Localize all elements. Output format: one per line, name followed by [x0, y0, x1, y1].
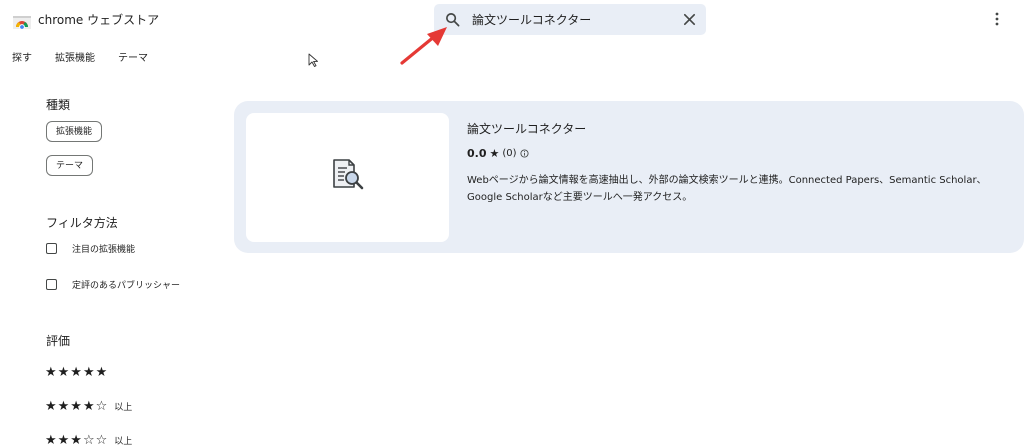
info-icon[interactable] — [519, 149, 529, 158]
rating-filter-4[interactable]: ★★★★☆ 以上 — [45, 400, 132, 413]
chrome-web-store-page: chrome ウェブストア 論文ツールコネクター 探す 拡張機能 テーマ 種類 … — [0, 0, 1024, 446]
type-section-title: 種類 — [46, 98, 71, 112]
search-box[interactable]: 論文ツールコネクター — [434, 4, 706, 35]
more-vert-icon[interactable] — [992, 11, 1002, 27]
filter-featured-checkbox[interactable] — [46, 243, 57, 254]
nav-item-themes[interactable]: テーマ — [118, 49, 148, 64]
chip-themes[interactable]: テーマ — [46, 155, 94, 176]
chrome-web-store-logo[interactable] — [12, 10, 32, 30]
result-rating: 0.0 ★ (0) — [467, 147, 529, 160]
rating-suffix: 以上 — [114, 437, 133, 446]
rating-section-title: 評価 — [46, 334, 71, 348]
filter-featured-label: 注目の拡張機能 — [72, 245, 136, 255]
result-card[interactable]: 論文ツールコネクター 0.0 ★ (0) Webページから論文情報を高速抽出し、… — [234, 101, 1024, 253]
rating-filter-5[interactable]: ★★★★★ — [45, 366, 108, 379]
result-description: Webページから論文情報を高速抽出し、外部の論文検索ツールと連携。Connect… — [467, 175, 987, 203]
rating-count: (0) — [502, 148, 517, 159]
filter-established-publisher-checkbox[interactable] — [46, 279, 57, 290]
filter-established-publisher[interactable]: 定評のあるパブリッシャー — [46, 278, 180, 291]
filter-section-title: フィルタ方法 — [46, 216, 118, 230]
rating-stars: ★★★★☆ — [45, 399, 109, 414]
chip-extensions[interactable]: 拡張機能 — [46, 121, 103, 142]
rating-stars: ★★★★★ — [45, 365, 109, 380]
search-input[interactable]: 論文ツールコネクター — [472, 11, 591, 28]
app-title[interactable]: chrome ウェブストア — [38, 11, 159, 28]
close-icon[interactable] — [682, 12, 697, 27]
rating-filter-3[interactable]: ★★★☆☆ 以上 — [45, 434, 132, 446]
top-nav: 探す 拡張機能 テーマ — [12, 49, 148, 64]
rating-stars: ★★★☆☆ — [45, 433, 109, 446]
rating-value: 0.0 — [467, 147, 487, 160]
filter-established-publisher-label: 定評のあるパブリッシャー — [72, 281, 181, 291]
result-thumbnail[interactable] — [246, 113, 449, 242]
nav-item-extensions[interactable]: 拡張機能 — [55, 49, 95, 64]
filter-featured[interactable]: 注目の拡張機能 — [46, 242, 135, 255]
result-title[interactable]: 論文ツールコネクター — [467, 120, 586, 137]
document-search-icon — [333, 159, 364, 190]
rating-suffix: 以上 — [114, 403, 133, 413]
nav-item-discover[interactable]: 探す — [12, 49, 32, 64]
star-icon: ★ — [489, 147, 500, 160]
mouse-cursor-icon — [308, 53, 318, 67]
annotation-arrow-icon — [400, 27, 447, 65]
